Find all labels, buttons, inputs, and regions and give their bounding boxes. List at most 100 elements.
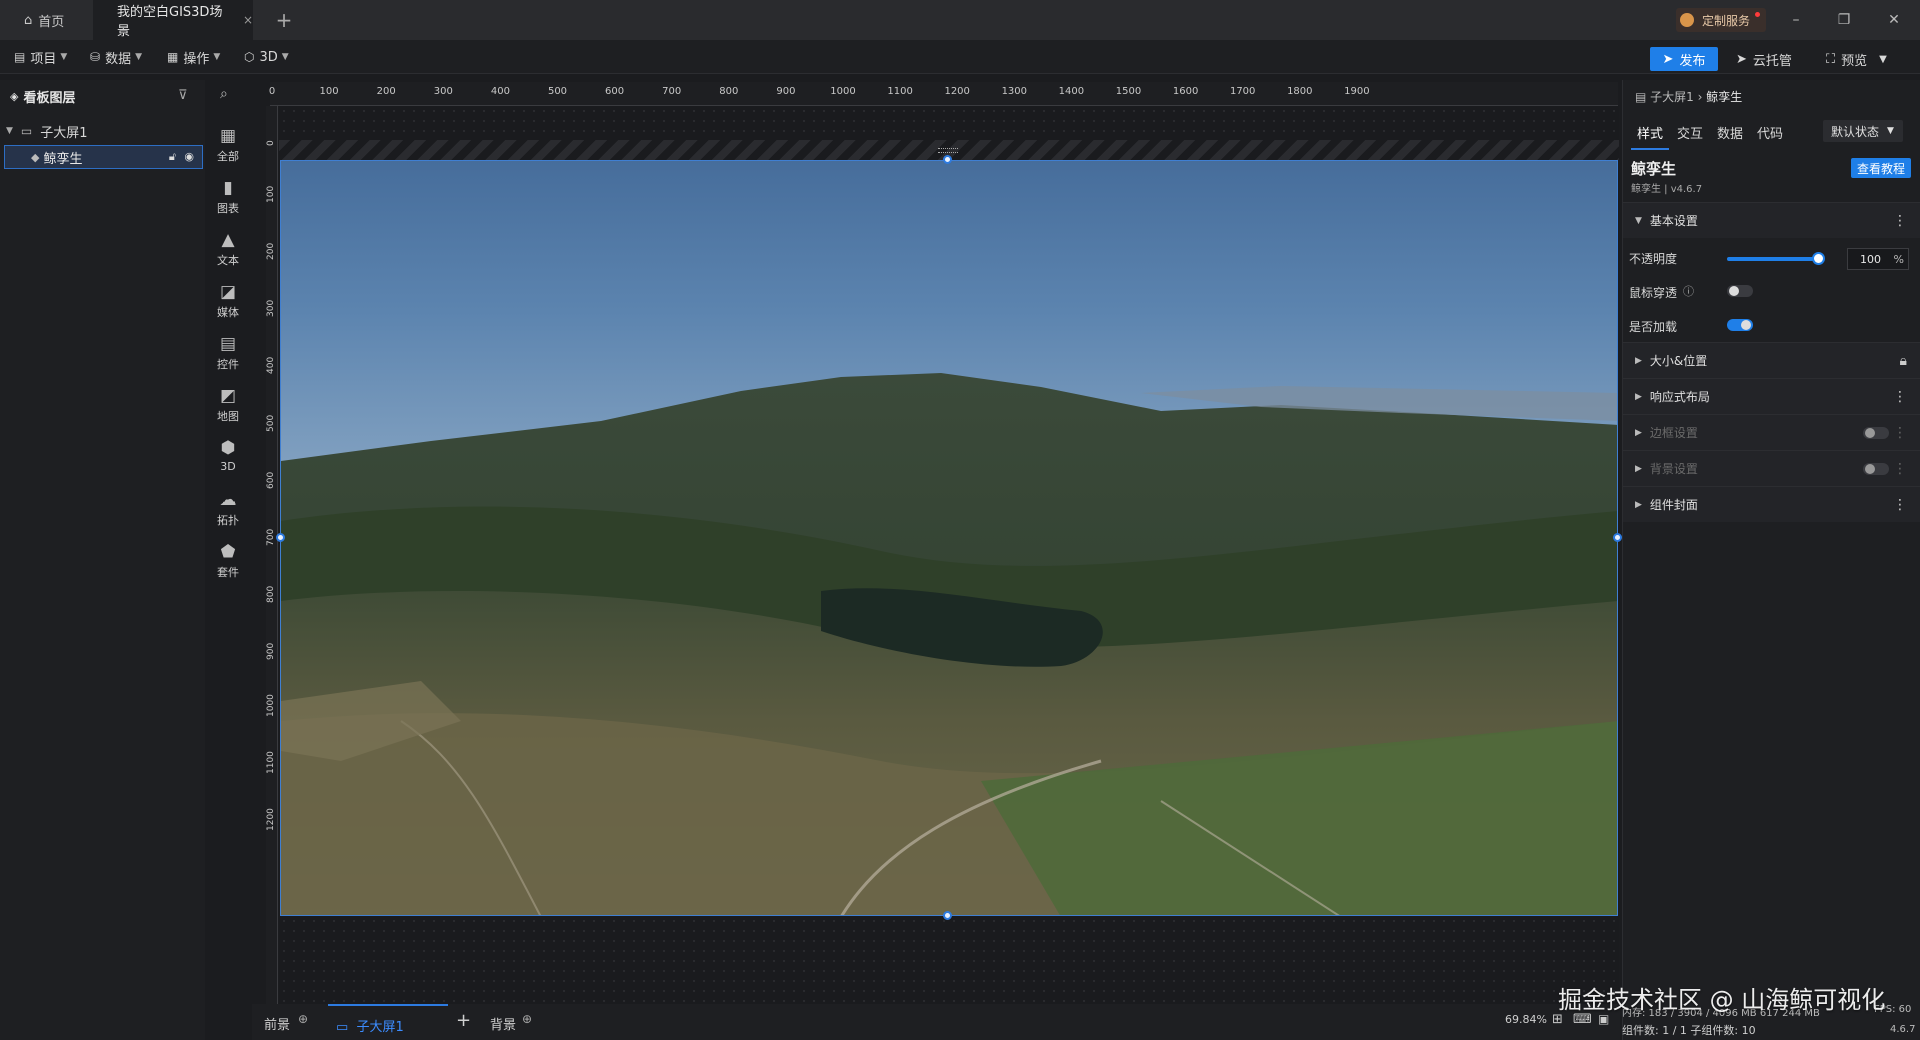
resize-handle-left[interactable] xyxy=(276,533,285,542)
component-category-bar: ▦ 全部 ▮ 图表 ▲ 文本 ◪ 媒体 ▤ 控件 ◩ 地图 ⬢ 3D ☁ 拓扑 … xyxy=(205,118,251,588)
layer-group-row[interactable]: ▼ ▭ 子大屏1 xyxy=(0,120,205,142)
ruler-tick-label: 0 xyxy=(268,86,276,97)
minimize-button[interactable]: – xyxy=(1784,8,1808,32)
send-icon: ➤ xyxy=(1736,51,1747,67)
category-map[interactable]: ◩ 地图 xyxy=(205,386,251,434)
grid-icon: ▦ xyxy=(167,50,179,64)
section-basic-settings[interactable]: ▼ 基本设置 ⋮ xyxy=(1623,202,1920,238)
menu-project[interactable]: ▤ 项目 ▼ xyxy=(14,40,67,74)
opacity-slider[interactable] xyxy=(1727,257,1817,261)
tab-data[interactable]: 数据 xyxy=(1717,123,1743,142)
tab-background[interactable]: 背景 xyxy=(490,1014,516,1033)
more-icon[interactable]: ⋮ xyxy=(1893,389,1907,405)
category-label: 套件 xyxy=(217,566,239,579)
preview-button[interactable]: ⛶ 预览 ▼ xyxy=(1826,47,1887,71)
ruler-tick-label: 1700 xyxy=(1229,86,1256,97)
chevron-down-icon[interactable]: ▼ xyxy=(1879,54,1887,65)
layer-item[interactable]: ◆ 鲸孪生 🔓︎ ◉ xyxy=(4,145,203,169)
section-label: 基本设置 xyxy=(1649,214,1698,228)
section-label: 大小&位置 xyxy=(1649,354,1708,368)
drag-handle-icon[interactable] xyxy=(938,148,958,153)
lock-icon[interactable]: 🔒︎ xyxy=(1900,353,1907,369)
breadcrumb: ▤ 子大屏1 › 鲸孪生 xyxy=(1635,88,1742,105)
zoom-level[interactable]: 69.84% xyxy=(1505,1013,1547,1026)
menu-operate[interactable]: ▦ 操作 ▼ xyxy=(167,40,220,74)
more-icon[interactable]: ⋮ xyxy=(1893,497,1907,513)
add-foreground-icon[interactable]: ⊕ xyxy=(298,1012,308,1026)
monitor-icon: ▤ xyxy=(1635,90,1651,104)
ruler-tick-label: 1500 xyxy=(1115,86,1142,97)
tab-interaction[interactable]: 交互 xyxy=(1677,123,1703,142)
unlock-icon[interactable]: 🔓︎ xyxy=(169,150,176,164)
toggle-knob xyxy=(1741,320,1751,330)
opacity-slider-handle[interactable] xyxy=(1812,252,1825,265)
border-toggle[interactable] xyxy=(1863,427,1889,439)
view-tutorial-button[interactable]: 查看教程 xyxy=(1851,158,1911,178)
filter-icon[interactable]: ⊽ xyxy=(178,88,188,103)
section-background-settings[interactable]: ▶ 背景设置 ⋮ xyxy=(1623,450,1920,486)
state-select[interactable]: 默认状态 ▼ xyxy=(1823,120,1903,142)
breadcrumb-parent[interactable]: 子大屏1 xyxy=(1650,90,1694,104)
add-screen-button[interactable]: + xyxy=(456,1010,471,1031)
mouse-through-toggle[interactable] xyxy=(1727,285,1753,297)
category-control[interactable]: ▤ 控件 xyxy=(205,334,251,382)
menu-data[interactable]: ⛁ 数据 ▼ xyxy=(90,40,142,74)
cloud-host-button[interactable]: ➤ 云托管 xyxy=(1736,47,1792,71)
help-icon[interactable]: ⓘ xyxy=(1683,283,1694,299)
section-border-settings[interactable]: ▶ 边框设置 ⋮ xyxy=(1623,414,1920,450)
resize-handle-right[interactable] xyxy=(1613,533,1622,542)
menu-operate-label: 操作 xyxy=(183,51,210,67)
category-kit[interactable]: ⬟ 套件 xyxy=(205,542,251,590)
ruler-tick-label: 400 xyxy=(490,86,510,97)
resize-handle-bottom[interactable] xyxy=(943,911,952,920)
layer-panel-header: ◈ 看板图层 xyxy=(0,80,205,112)
load-toggle[interactable] xyxy=(1727,319,1753,331)
tab-home[interactable]: ⌂ 首页 xyxy=(0,0,93,40)
tab-foreground[interactable]: 前景 xyxy=(264,1014,290,1033)
caret-down-icon[interactable]: ▼ xyxy=(6,126,13,136)
tab-code[interactable]: 代码 xyxy=(1757,123,1783,142)
more-icon[interactable]: ⋮ xyxy=(1893,425,1907,441)
resize-handle-top[interactable] xyxy=(943,155,952,164)
vertical-ruler[interactable]: 0 100 200 300 400 500 600 700 800 900 1000 1100 1200 xyxy=(266,106,278,1004)
category-media[interactable]: ◪ 媒体 xyxy=(205,282,251,330)
more-icon[interactable]: ⋮ xyxy=(1893,461,1907,477)
horizontal-ruler[interactable]: 0 100 200 300 400 500 600 700 800 900 1000 1100 1200… xyxy=(268,82,1618,106)
publish-button[interactable]: ➤ 发布 xyxy=(1650,47,1718,71)
maximize-button[interactable]: ❐ xyxy=(1832,8,1856,32)
close-window-button[interactable]: ✕ xyxy=(1882,8,1906,32)
add-background-icon[interactable]: ⊕ xyxy=(522,1012,532,1026)
eye-icon[interactable]: ◉ xyxy=(184,150,194,163)
tab-scene[interactable]: 我的空白GIS3D场景 × xyxy=(93,0,253,40)
opacity-input[interactable]: 100 % xyxy=(1847,248,1909,270)
search-icon[interactable]: ⌕ xyxy=(220,86,228,102)
menu-3d[interactable]: ⬡ 3D ▼ xyxy=(244,40,289,74)
ruler-tick-label: 400 xyxy=(266,357,276,375)
category-3d[interactable]: ⬢ 3D xyxy=(205,438,251,486)
section-responsive-layout[interactable]: ▶ 响应式布局 ⋮ xyxy=(1623,378,1920,414)
toggle-knob xyxy=(1729,286,1739,296)
category-chart[interactable]: ▮ 图表 xyxy=(205,178,251,226)
more-icon[interactable]: ⋮ xyxy=(1893,213,1907,229)
section-size-position[interactable]: ▶ 大小&位置 🔒︎ xyxy=(1623,342,1920,378)
tab-style[interactable]: 样式 xyxy=(1637,123,1663,142)
tab-sub-screen[interactable]: ▭ 子大屏1 xyxy=(328,1004,448,1035)
background-toggle[interactable] xyxy=(1863,463,1889,475)
add-tab-button[interactable]: + xyxy=(272,0,296,40)
ruler-tick-label: 500 xyxy=(547,86,568,97)
section-component-cover[interactable]: ▶ 组件封面 ⋮ xyxy=(1623,486,1920,522)
category-label: 文本 xyxy=(217,254,239,267)
caret-right-icon: ▶ xyxy=(1635,463,1642,474)
ruler-tick-label: 1400 xyxy=(1058,86,1085,97)
caret-right-icon: ▶ xyxy=(1635,427,1642,438)
bottom-bar: 前景 ⊕ ▭ 子大屏1 + 背景 ⊕ xyxy=(252,1004,1620,1040)
send-icon: ➤ xyxy=(1662,51,1674,67)
layers-icon: ◈ xyxy=(10,89,19,103)
category-topology[interactable]: ☁ 拓扑 xyxy=(205,490,251,538)
category-all[interactable]: ▦ 全部 xyxy=(205,126,251,174)
custom-service-button[interactable]: 定制服务 xyxy=(1676,8,1766,32)
category-text[interactable]: ▲ 文本 xyxy=(205,230,251,278)
gis-3d-scene[interactable] xyxy=(280,160,1618,916)
ruler-tick-label: 700 xyxy=(266,528,276,546)
close-tab-icon[interactable]: × xyxy=(243,13,253,27)
